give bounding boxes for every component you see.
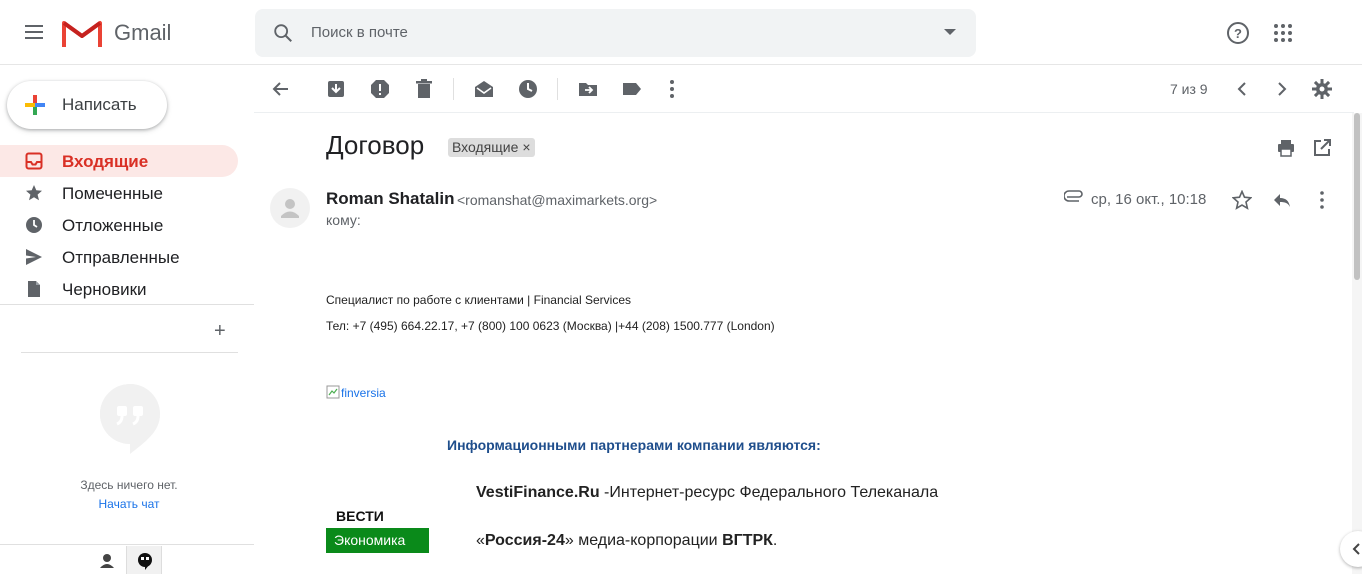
sidebar-item-label: Отложенные xyxy=(62,216,164,235)
search-input[interactable]: Поиск в почте xyxy=(311,24,408,41)
older-chevron-right-icon[interactable] xyxy=(1271,78,1293,100)
label-icon[interactable] xyxy=(621,78,643,100)
main-menu-button[interactable] xyxy=(21,21,47,45)
sender-email: <romanshat@maximarkets.org> xyxy=(457,192,658,208)
apps-grid-icon[interactable] xyxy=(1270,20,1296,46)
sidebar-item-label: Входящие xyxy=(62,152,149,171)
sidebar-item-starred[interactable]: Помеченные xyxy=(0,177,238,209)
partner-1-name: VestiFinance.Ru xyxy=(476,484,600,501)
settings-gear-icon[interactable] xyxy=(1311,78,1333,100)
send-icon xyxy=(26,249,42,265)
broken-image-icon xyxy=(326,385,340,399)
start-chat-link[interactable]: Начать чат xyxy=(0,497,258,511)
newer-chevron-left-icon[interactable] xyxy=(1231,78,1253,100)
search-icon[interactable] xyxy=(272,22,294,44)
sidebar-item-sent[interactable]: Отправленные xyxy=(0,241,238,273)
chevron-left-icon xyxy=(1352,543,1360,555)
sender-avatar[interactable] xyxy=(270,188,310,228)
inbox-icon xyxy=(25,152,43,170)
gmail-brand-text[interactable]: Gmail xyxy=(114,20,171,46)
signature-line-2: Тел: +7 (495) 664.22.17, +7 (800) 100 06… xyxy=(326,319,775,333)
svg-text:?: ? xyxy=(1234,26,1242,41)
partner-2-desc: » медиа-корпорации xyxy=(564,532,723,549)
partner-2-end: . xyxy=(772,532,778,549)
compose-button[interactable]: Написать xyxy=(7,81,167,129)
remove-label-icon[interactable]: × xyxy=(522,139,530,155)
sidebar-item-label: Помеченные xyxy=(62,184,164,203)
move-to-icon[interactable] xyxy=(577,78,599,100)
report-spam-icon[interactable] xyxy=(369,78,391,100)
clock-icon xyxy=(26,217,42,233)
partner-2-name: Россия-24 xyxy=(484,532,565,549)
toolbar-separator xyxy=(557,78,558,100)
partner-2-corp: ВГТРК xyxy=(722,532,773,549)
sender-name[interactable]: Roman Shatalin xyxy=(326,189,454,209)
toolbar-divider xyxy=(254,112,1354,113)
hangouts-empty-text: Здесь ничего нет. xyxy=(80,478,178,492)
plus-icon xyxy=(25,95,45,115)
sidebar-item-snoozed[interactable]: Отложенные xyxy=(0,209,238,241)
gmail-logo-icon[interactable] xyxy=(62,17,102,49)
compose-label: Написать xyxy=(62,95,137,114)
more-vert-icon[interactable] xyxy=(661,78,683,100)
add-chat-icon[interactable]: + xyxy=(214,320,226,343)
reply-icon[interactable] xyxy=(1272,190,1292,210)
sidebar-item-label: Черновики xyxy=(62,280,147,299)
hangouts-tab[interactable] xyxy=(126,546,162,574)
search-options-icon[interactable] xyxy=(944,29,956,35)
top-bar: Gmail Поиск в почте ? xyxy=(0,0,1362,65)
vesti-logo-top: ВЕСТИ xyxy=(336,508,384,524)
sidebar-item-inbox[interactable]: Входящие xyxy=(0,145,238,177)
help-icon[interactable]: ? xyxy=(1225,20,1251,46)
message-more-vert-icon[interactable] xyxy=(1312,190,1332,210)
inbox-label-chip[interactable]: Входящие × xyxy=(448,138,535,157)
vesti-logo-bottom: Экономика xyxy=(326,528,429,553)
contacts-person-icon[interactable] xyxy=(90,546,124,574)
star-icon xyxy=(26,185,42,201)
attachment-paperclip-icon xyxy=(1064,190,1083,202)
print-icon[interactable] xyxy=(1276,138,1296,158)
quote-open: « xyxy=(476,532,485,549)
hangouts-icon xyxy=(100,384,160,454)
image-alt-text: finversia xyxy=(341,386,386,400)
label-chip-text: Входящие xyxy=(452,139,519,155)
hangouts-divider xyxy=(21,352,238,353)
partner-line-2: «Россия-24» медиа-корпорации ВГТРК. xyxy=(476,532,777,550)
side-panel-toggle[interactable] xyxy=(1340,531,1362,567)
back-icon[interactable] xyxy=(269,78,291,100)
sidebar-item-drafts[interactable]: Черновики xyxy=(0,273,238,305)
open-new-window-icon[interactable] xyxy=(1312,138,1332,158)
message-subject: Договор xyxy=(326,130,425,160)
partner-line-1: VestiFinance.Ru -Интернет-ресурс Федерал… xyxy=(476,484,938,502)
hangouts-chat-icon xyxy=(138,553,152,570)
draft-icon xyxy=(28,281,40,297)
mark-unread-icon[interactable] xyxy=(473,78,495,100)
message-date: ср, 16 окт., 10:18 xyxy=(1091,191,1207,208)
message-counter: 7 из 9 xyxy=(1170,81,1208,97)
snooze-icon[interactable] xyxy=(517,78,539,100)
archive-icon[interactable] xyxy=(325,78,347,100)
star-outline-icon[interactable] xyxy=(1232,190,1252,210)
content-scrollbar[interactable] xyxy=(1352,113,1362,574)
search-bar[interactable]: Поиск в почте xyxy=(255,9,976,57)
sidebar-divider xyxy=(0,304,254,305)
finversia-image[interactable]: finversia xyxy=(326,385,386,400)
delete-icon[interactable] xyxy=(413,78,435,100)
sidebar-item-label: Отправленные xyxy=(62,248,180,267)
recipient-line[interactable]: кому: xyxy=(326,212,361,228)
partner-1-desc: -Интернет-ресурс Федерального Телеканала xyxy=(599,484,939,501)
toolbar-separator xyxy=(453,78,454,100)
person-icon xyxy=(281,199,299,218)
scrollbar-thumb[interactable] xyxy=(1354,113,1360,280)
bottom-divider xyxy=(0,544,254,545)
partners-heading: Информационными партнерами компании явля… xyxy=(447,437,821,453)
signature-line-1: Специалист по работе с клиентами | Finan… xyxy=(326,293,631,307)
